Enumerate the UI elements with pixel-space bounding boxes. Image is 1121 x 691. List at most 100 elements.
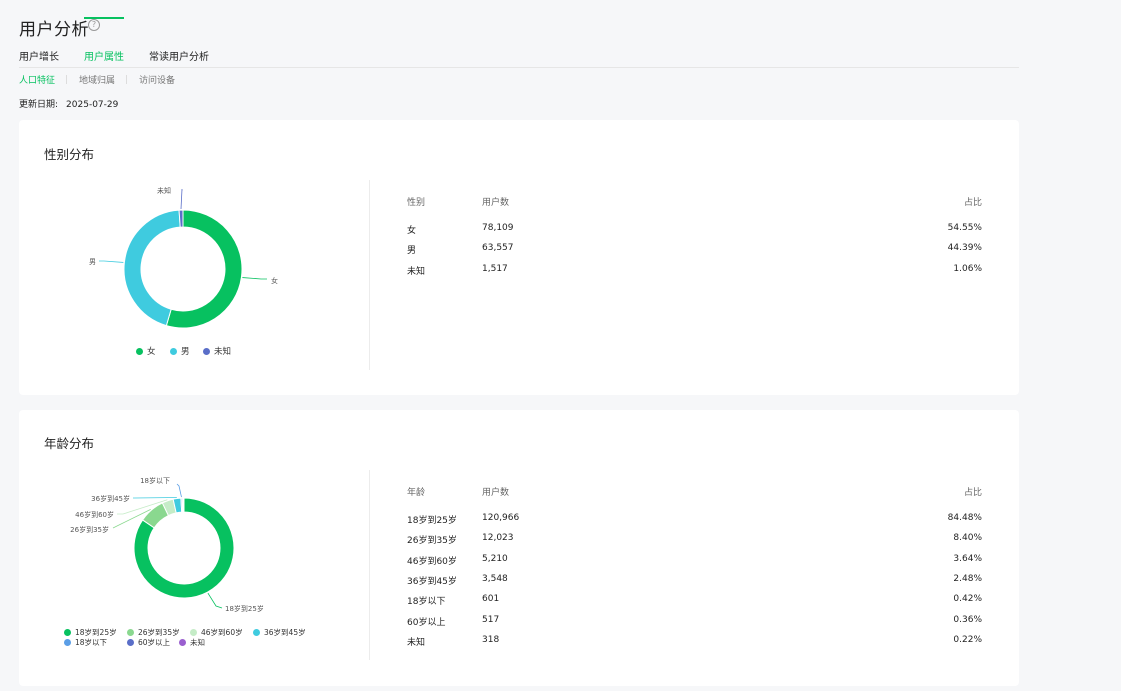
label-leader-line (180, 188, 183, 210)
donut-slice[interactable] (123, 209, 181, 327)
slice-label: 46岁到60岁 (75, 510, 114, 519)
cell-pct: 44.39% (947, 243, 982, 253)
legend-dot (127, 629, 134, 636)
update-date-value: 2025-07-29 (66, 100, 119, 110)
tab-user-attributes[interactable]: 用户属性 (84, 48, 124, 63)
legend-dot (127, 639, 134, 646)
legend-dot (179, 639, 186, 646)
header-age: 年龄 (407, 488, 426, 498)
cell-name: 女 (407, 226, 417, 236)
slice-label: 女 (271, 276, 278, 285)
table-row: 18岁以下 601 0.42% (407, 594, 982, 608)
gender-card: 性别分布 女男未知 女 男 未知 性别 用户数 占比 女 78,109 54.5… (19, 120, 1019, 395)
cell-count: 318 (482, 635, 500, 645)
cell-count: 601 (482, 594, 500, 604)
header-users: 用户数 (482, 488, 510, 498)
legend-item-female[interactable]: 女 (136, 345, 156, 357)
legend-label: 60岁以上 (138, 638, 171, 647)
legend-item-under-18[interactable]: 18岁以下 (64, 637, 107, 648)
legend-item-male[interactable]: 男 (170, 345, 190, 357)
slice-label: 18岁以下 (140, 476, 170, 485)
legend-item-over-60[interactable]: 60岁以上 (127, 637, 170, 648)
legend-label: 男 (181, 347, 190, 357)
tab-frequent-readers[interactable]: 常读用户分析 (149, 48, 209, 63)
header-pct: 占比 (963, 198, 982, 208)
table-row: 男 63,557 44.39% (407, 243, 982, 257)
donut-slice[interactable] (182, 497, 185, 513)
cell-pct: 0.42% (953, 594, 982, 604)
cell-name: 36岁到45岁 (407, 577, 457, 587)
cell-pct: 8.40% (953, 533, 982, 543)
legend-item-unknown[interactable]: 未知 (203, 345, 231, 357)
donut-slice[interactable] (178, 209, 184, 228)
cell-count: 1,517 (482, 264, 508, 274)
subtab-devices[interactable]: 访问设备 (139, 73, 175, 86)
cell-pct: 54.55% (947, 223, 982, 233)
table-row: 未知 1,517 1.06% (407, 264, 982, 278)
cell-count: 78,109 (482, 223, 514, 233)
table-row: 未知 318 0.22% (407, 635, 982, 649)
cell-count: 63,557 (482, 243, 514, 253)
legend-label: 未知 (214, 347, 232, 357)
cell-name: 60岁以上 (407, 618, 446, 628)
table-row: 女 78,109 54.55% (407, 223, 982, 237)
cell-name: 46岁到60岁 (407, 557, 457, 567)
cell-count: 3,548 (482, 574, 508, 584)
label-leader-line (207, 592, 223, 609)
cell-pct: 0.36% (953, 615, 982, 625)
table-row: 26岁到35岁 12,023 8.40% (407, 533, 982, 547)
header-gender: 性别 (407, 198, 426, 208)
table-row: 18岁到25岁 120,966 84.48% (407, 513, 982, 527)
legend-label: 未知 (190, 638, 205, 647)
slice-label: 未知 (157, 186, 171, 195)
active-tab-underline (84, 17, 124, 19)
cell-name: 未知 (407, 267, 426, 277)
table-row: 46岁到60岁 5,210 3.64% (407, 554, 982, 568)
header-users: 用户数 (482, 198, 510, 208)
table-row: 60岁以上 517 0.36% (407, 615, 982, 629)
legend-label: 46岁到60岁 (201, 628, 243, 637)
cell-pct: 0.22% (953, 635, 982, 645)
update-date-label: 更新日期: (19, 100, 59, 110)
cell-name: 26岁到35岁 (407, 536, 457, 546)
cell-pct: 3.64% (953, 554, 982, 564)
cell-count: 12,023 (482, 533, 514, 543)
cell-pct: 2.48% (953, 574, 982, 584)
slice-label: 26岁到35岁 (70, 525, 109, 534)
legend-label: 18岁以下 (75, 638, 108, 647)
legend-item-36-45[interactable]: 36岁到45岁 (253, 627, 306, 638)
slice-label: 男 (89, 258, 96, 266)
subtab-demographics[interactable]: 人口特征 (19, 73, 55, 86)
page-title: 用户分析 (19, 20, 89, 40)
label-leader-line (99, 260, 124, 263)
subtab-separator (66, 75, 67, 84)
gender-donut-chart: 女 男 未知 (89, 186, 278, 329)
legend-label: 26岁到35岁 (138, 628, 180, 637)
cell-name: 男 (407, 246, 417, 256)
slice-label: 18岁到25岁 (225, 604, 264, 613)
header-pct: 占比 (963, 488, 982, 498)
label-leader-line (242, 277, 267, 280)
tabs-divider (19, 67, 1019, 68)
tab-user-growth[interactable]: 用户增长 (19, 48, 59, 63)
legend-dot (203, 348, 210, 355)
cell-name: 18岁到25岁 (407, 516, 457, 526)
legend-label: 18岁到25岁 (75, 628, 117, 637)
legend-label: 36岁到45岁 (264, 628, 306, 637)
legend-dot (170, 348, 177, 355)
legend-label: 女 (147, 347, 156, 357)
cell-name: 未知 (407, 638, 426, 648)
table-header: 性别 用户数 占比 (407, 195, 982, 209)
subtab-separator (126, 75, 127, 84)
label-leader-line (176, 483, 182, 498)
legend-dot (253, 629, 260, 636)
subtab-region[interactable]: 地域归属 (79, 73, 115, 86)
legend-item-unknown[interactable]: 未知 (179, 637, 205, 648)
card-divider (369, 180, 370, 370)
cell-name: 18岁以下 (407, 597, 446, 607)
cell-pct: 84.48% (947, 513, 982, 523)
legend-dot (64, 639, 71, 646)
cell-count: 120,966 (482, 513, 520, 523)
help-icon[interactable]: ? (88, 19, 100, 31)
table-row: 36岁到45岁 3,548 2.48% (407, 574, 982, 588)
